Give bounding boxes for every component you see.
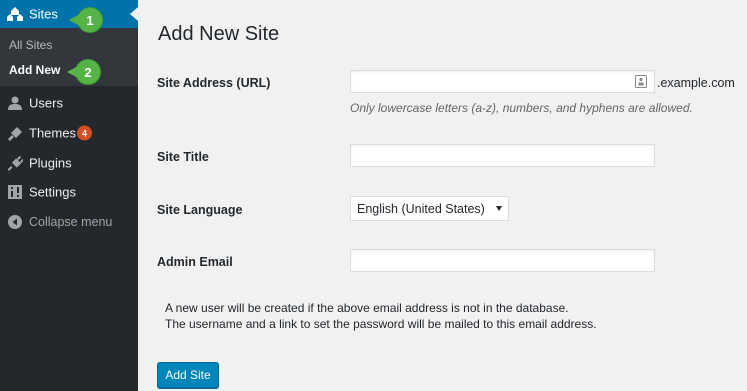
themes-icon — [7, 125, 23, 141]
step-1-callout: 1 — [69, 8, 102, 32]
main-content: Add New Site Site Address (URL) .example… — [138, 0, 747, 391]
collapse-icon — [7, 214, 23, 230]
submenu-item-add-new[interactable]: Add New — [9, 63, 60, 77]
site-title-input[interactable] — [350, 144, 655, 167]
sidebar-item-label: Users — [29, 95, 63, 111]
plugins-icon — [7, 155, 23, 171]
site-language-select[interactable]: English (United States) — [350, 196, 509, 221]
step-2-callout: 2 — [67, 60, 100, 84]
current-menu-arrow — [130, 7, 138, 21]
site-address-input[interactable] — [350, 70, 655, 93]
chevron-down-icon — [496, 206, 502, 211]
submenu-item-all-sites[interactable]: All Sites — [9, 38, 52, 52]
new-user-note: A new user will be created if the above … — [165, 301, 569, 315]
site-address-label: Site Address (URL) — [157, 76, 271, 90]
sidebar-item-label: Sites — [29, 6, 58, 22]
site-title-label: Site Title — [157, 150, 209, 164]
password-mail-note: The username and a link to set the passw… — [165, 317, 597, 331]
sidebar-item-plugins[interactable]: Plugins — [0, 148, 138, 178]
page-title: Add New Site — [158, 23, 280, 45]
admin-sidebar: Sites All Sites Add New Users Themes 4 P… — [0, 0, 138, 391]
sidebar-item-label: Themes — [29, 125, 76, 141]
add-site-button[interactable]: Add Site — [157, 362, 219, 388]
sidebar-item-users[interactable]: Users — [0, 88, 138, 118]
sidebar-item-themes[interactable]: Themes 4 — [0, 118, 138, 148]
sidebar-item-label: Collapse menu — [29, 215, 113, 229]
site-language-label: Site Language — [157, 203, 243, 217]
sidebar-item-label: Plugins — [29, 155, 72, 171]
users-icon — [7, 95, 23, 111]
collapse-menu-button[interactable]: Collapse menu — [0, 207, 138, 237]
settings-icon — [7, 184, 23, 200]
contact-card-icon — [635, 75, 647, 88]
admin-email-input[interactable] — [350, 249, 655, 272]
sidebar-item-label: Settings — [29, 184, 76, 200]
sites-icon — [7, 6, 23, 22]
selected-language: English (United States) — [357, 202, 485, 216]
sidebar-item-settings[interactable]: Settings — [0, 177, 138, 207]
admin-email-label: Admin Email — [157, 255, 233, 269]
site-address-hint: Only lowercase letters (a-z), numbers, a… — [350, 101, 693, 115]
update-count-badge: 4 — [77, 125, 92, 141]
domain-suffix: .example.com — [657, 76, 735, 90]
